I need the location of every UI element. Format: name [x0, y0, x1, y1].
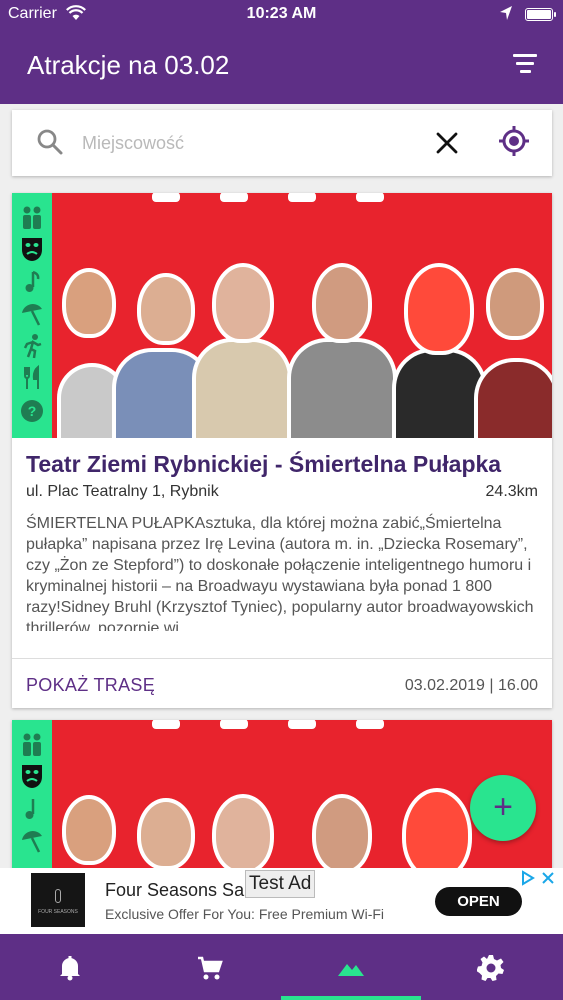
event-card[interactable] [12, 720, 552, 870]
tab-settings[interactable] [421, 934, 561, 1000]
event-distance: 24.3km [485, 483, 538, 500]
people-icon[interactable] [19, 205, 45, 231]
card-divider [12, 658, 552, 659]
event-description: ŚMIERTELNA PUŁAPKAsztuka, dla której moż… [26, 515, 534, 631]
running-icon[interactable] [19, 333, 45, 359]
tab-cart[interactable] [140, 934, 280, 1000]
bell-icon [60, 956, 80, 981]
add-button[interactable]: + [470, 775, 536, 841]
poster-person [474, 268, 552, 438]
ad-logo-text: FOUR SEASONS [38, 909, 78, 915]
status-bar: Carrier 10:23 AM [0, 0, 563, 28]
ad-open-button[interactable]: OPEN [435, 887, 522, 916]
ad-banner[interactable]: FOUR SEASONS Four Seasons Sar Exclusive … [0, 868, 563, 934]
battery-icon [525, 8, 556, 21]
event-card[interactable]: ? Teatr Ziemi Rybnickiej - Śmiertelna Pu… [12, 193, 552, 708]
restaurant-icon[interactable] [19, 365, 45, 391]
poster-person [287, 263, 397, 438]
event-address: ul. Plac Teatralny 1, Rybnik [26, 483, 219, 500]
event-poster [12, 720, 552, 870]
music-note-icon[interactable] [19, 269, 45, 295]
search-icon [37, 129, 63, 155]
app-bar: Atrakcje na 03.02 [0, 28, 563, 104]
music-note-icon[interactable] [19, 796, 45, 822]
event-title: Teatr Ziemi Rybnickiej - Śmiertelna Puła… [26, 451, 502, 477]
poster-person [57, 795, 127, 870]
poster-person [137, 798, 207, 870]
svg-text:?: ? [28, 403, 37, 419]
ad-subtitle: Exclusive Offer For You: Free Premium Wi… [105, 906, 385, 922]
beach-umbrella-icon[interactable] [19, 828, 45, 854]
app-screen: Carrier 10:23 AM Atrakcje na 03.02 Miejs… [0, 0, 563, 1000]
settings-icon [477, 955, 504, 981]
clock: 10:23 AM [246, 5, 317, 22]
event-poster: ? [12, 193, 552, 438]
category-strip: ? [12, 193, 52, 438]
beach-umbrella-icon[interactable] [19, 301, 45, 327]
bottom-navigation [0, 934, 563, 1000]
ad-title: Four Seasons Sar [105, 880, 251, 900]
event-datetime: 03.02.2019 | 16.00 [404, 677, 538, 694]
tab-notifications[interactable] [0, 934, 140, 1000]
people-icon[interactable] [19, 732, 45, 758]
test-ad-badge: Test Ad [245, 870, 316, 898]
cart-icon [198, 956, 223, 980]
location-search-bar [12, 110, 552, 176]
category-strip [12, 720, 52, 870]
theater-masks-icon[interactable] [19, 763, 45, 789]
location-input[interactable] [82, 128, 412, 158]
tab-attractions[interactable] [281, 934, 421, 1000]
gps-target-icon[interactable] [498, 125, 530, 157]
close-icon[interactable] [434, 130, 460, 156]
page-title: Atrakcje na 03.02 [27, 50, 230, 80]
ad-logo: FOUR SEASONS [31, 873, 85, 927]
location-arrow-icon [500, 6, 512, 20]
theater-masks-icon[interactable] [19, 236, 45, 262]
ad-choices-icon[interactable] [519, 870, 557, 886]
help-icon[interactable]: ? [19, 398, 45, 424]
mountains-icon [338, 964, 364, 976]
poster-person [212, 794, 282, 870]
poster-person [312, 794, 382, 870]
filter-icon[interactable] [513, 54, 537, 76]
poster-person [192, 263, 292, 438]
poster-person [392, 263, 487, 438]
show-route-button[interactable]: POKAŻ TRASĘ [26, 675, 155, 696]
